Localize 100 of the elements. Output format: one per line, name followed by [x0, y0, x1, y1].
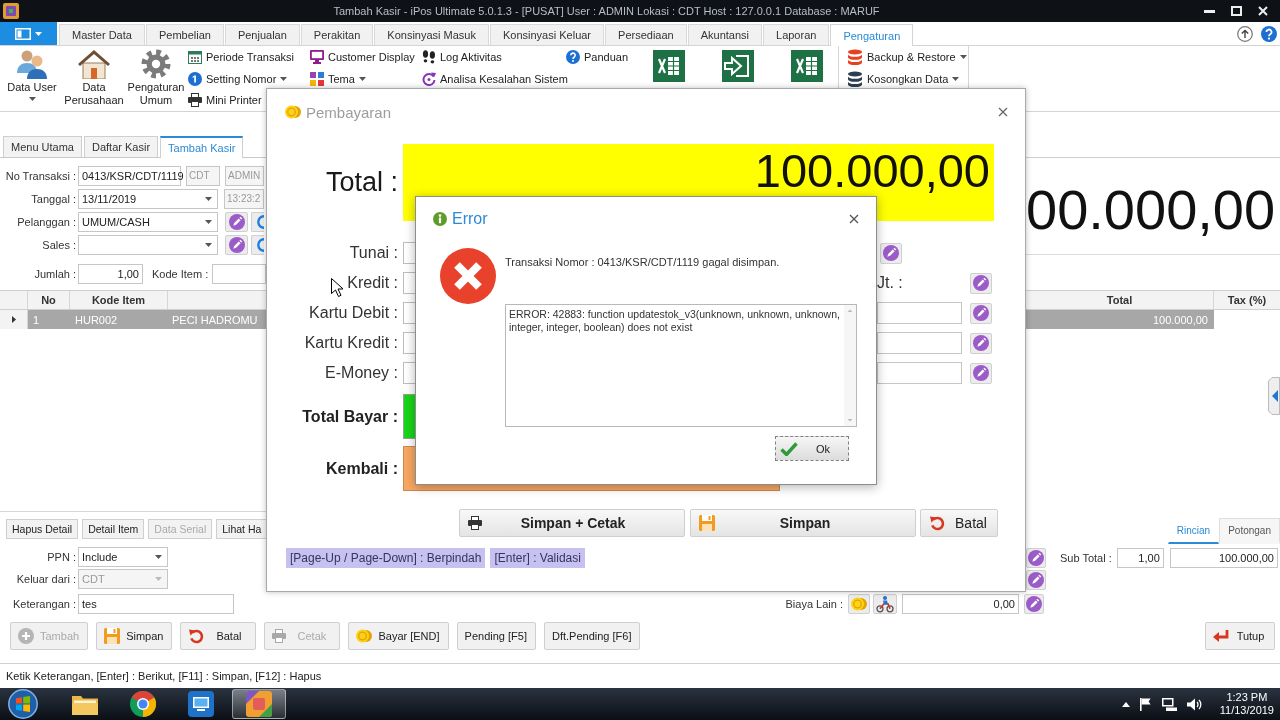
form-label: PPN :	[47, 551, 76, 563]
text-field[interactable]	[877, 302, 962, 324]
ribbon-tab[interactable]: Konsinyasi Keluar	[490, 24, 605, 45]
ribbon-button[interactable]: Periode Transaksi	[188, 46, 295, 68]
motorbike-button[interactable]	[873, 594, 897, 614]
maximize-icon[interactable]	[1231, 6, 1242, 16]
volume-icon[interactable]	[1186, 697, 1202, 711]
text-field[interactable]: 100.000,00	[1169, 548, 1278, 568]
summary-tab[interactable]: Potongan	[1219, 518, 1280, 544]
form-label: Sales :	[42, 239, 76, 251]
edit-button[interactable]	[225, 212, 248, 232]
text-field[interactable]: 0,00	[902, 594, 1019, 614]
combo-box[interactable]: Include	[78, 547, 168, 567]
action-button[interactable]: Batal	[180, 622, 257, 650]
ribbon-button[interactable]: Panduan	[566, 46, 629, 68]
ribbon-tab[interactable]: Perakitan	[300, 24, 374, 45]
ribbon-tab[interactable]: Pembelian	[145, 24, 224, 45]
ribbon-button[interactable]: Backup & Restore	[847, 46, 967, 68]
toolbar-button[interactable]: Lihat Ha	[216, 519, 268, 539]
edit-button[interactable]	[970, 272, 992, 294]
ribbon-button[interactable]: Setting Nomor	[188, 67, 288, 90]
ribbon-button[interactable]: Kosongkan Data	[847, 68, 960, 90]
text-field[interactable]	[877, 362, 962, 384]
ribbon-button[interactable]: Pengaturan Umum	[126, 46, 186, 110]
toolbar-button[interactable]: Detail Item	[82, 519, 145, 539]
ribbon-button[interactable]: Customer Display	[310, 46, 415, 68]
text-field[interactable]	[212, 264, 266, 284]
network-icon[interactable]	[1161, 697, 1177, 711]
pencil-icon	[973, 365, 989, 381]
edit-button[interactable]	[970, 302, 992, 324]
text-field[interactable]	[877, 332, 962, 354]
action-button[interactable]: Simpan	[96, 622, 173, 650]
text-field[interactable]: tes	[78, 594, 234, 614]
dialog-button[interactable]: Simpan + Cetak	[459, 509, 685, 537]
action-button[interactable]: Dft.Pending [F6]	[543, 622, 641, 650]
text-field[interactable]: 1,00	[78, 264, 143, 284]
document-tab[interactable]: Tambah Kasir	[160, 136, 244, 158]
taskbar-button[interactable]	[232, 689, 286, 719]
ribbon-tab[interactable]: Pengaturan	[830, 24, 914, 46]
action-button[interactable]: Tutup	[1205, 622, 1275, 650]
text-field[interactable]: 1,00	[1116, 548, 1164, 568]
close-icon[interactable]	[849, 214, 859, 224]
arrow-tab-icon[interactable]	[1268, 377, 1280, 415]
paid-amount-field[interactable]	[403, 394, 415, 439]
document-tab[interactable]: Menu Utama	[3, 136, 82, 157]
ribbon-button[interactable]: Analisa Kesalahan Sistem	[422, 68, 568, 90]
dialog-button[interactable]: Batal	[920, 509, 998, 537]
caret-icon	[205, 243, 212, 247]
input-field[interactable]	[403, 362, 415, 384]
edit-button[interactable]	[1026, 570, 1046, 590]
ribbon-tab[interactable]: Laporan	[763, 24, 830, 45]
edit-button[interactable]	[970, 362, 992, 384]
refresh-button[interactable]	[251, 235, 264, 255]
document-tab[interactable]: Daftar Kasir	[84, 136, 159, 157]
row-pointer-icon	[12, 316, 16, 323]
edit-button[interactable]	[1024, 594, 1044, 614]
pencil-icon	[228, 214, 245, 230]
edit-button[interactable]	[880, 242, 902, 264]
spreadsheet-icon[interactable]	[653, 50, 685, 82]
start-button[interactable]	[8, 689, 38, 719]
help-icon[interactable]	[1261, 25, 1277, 42]
caret-icon	[35, 31, 42, 36]
input-field[interactable]	[403, 332, 415, 354]
ribbon-button[interactable]: Mini Printer	[188, 89, 262, 111]
coin-icon	[851, 596, 867, 612]
dialog-button[interactable]: Simpan	[690, 509, 916, 537]
ribbon-tab[interactable]: Master Data	[59, 24, 145, 45]
caret-up-icon[interactable]	[1121, 701, 1130, 707]
ribbon-button[interactable]: Tema	[310, 68, 366, 90]
edit-button[interactable]	[1026, 548, 1046, 568]
import-icon[interactable]	[722, 50, 754, 82]
app-menu-button[interactable]	[0, 22, 57, 45]
refresh-button[interactable]	[251, 212, 264, 232]
spreadsheet-icon[interactable]	[791, 50, 823, 82]
combo-box[interactable]: 13/11/2019	[78, 189, 218, 209]
ribbon-tab[interactable]: Konsinyasi Masuk	[374, 24, 489, 45]
ribbon-tab[interactable]: Penjualan	[224, 24, 300, 45]
app-icon[interactable]	[3, 3, 19, 19]
ok-button[interactable]: Ok	[775, 436, 849, 461]
minimize-icon[interactable]	[1204, 9, 1215, 13]
combo-box[interactable]: UMUM/CASH	[78, 212, 218, 232]
input-field[interactable]	[403, 302, 415, 324]
form-label: E-Money :	[325, 364, 398, 382]
details-field[interactable]: ERROR: 42883: function updatestok_v3(unknown, unknown, unknown, integer, integer, boolean) does not exist	[505, 304, 857, 427]
ribbon-tab[interactable]: Akuntansi	[687, 24, 762, 45]
ribbon-button[interactable]: Log Aktivitas	[422, 46, 502, 68]
ribbon-button[interactable]: Data Perusahaan	[64, 46, 124, 110]
input-field[interactable]	[403, 242, 415, 264]
action-button[interactable]: Bayar [END]	[348, 622, 449, 650]
edit-button[interactable]	[225, 235, 248, 255]
column-header: Kode Item	[70, 291, 168, 309]
toolbar-button[interactable]: Hapus Detail	[6, 519, 79, 539]
action-button[interactable]: Pending [F5]	[456, 622, 536, 650]
flag-icon[interactable]	[1139, 697, 1152, 711]
input-field[interactable]	[403, 272, 415, 294]
ribbon-button[interactable]: Data User	[2, 46, 62, 110]
ribbon-tab[interactable]: Persediaan	[605, 24, 687, 45]
edit-button[interactable]	[970, 332, 992, 354]
arrow-up-icon[interactable]	[1237, 25, 1253, 42]
text-field[interactable]: 0413/KSR/CDT/1119	[78, 166, 181, 186]
